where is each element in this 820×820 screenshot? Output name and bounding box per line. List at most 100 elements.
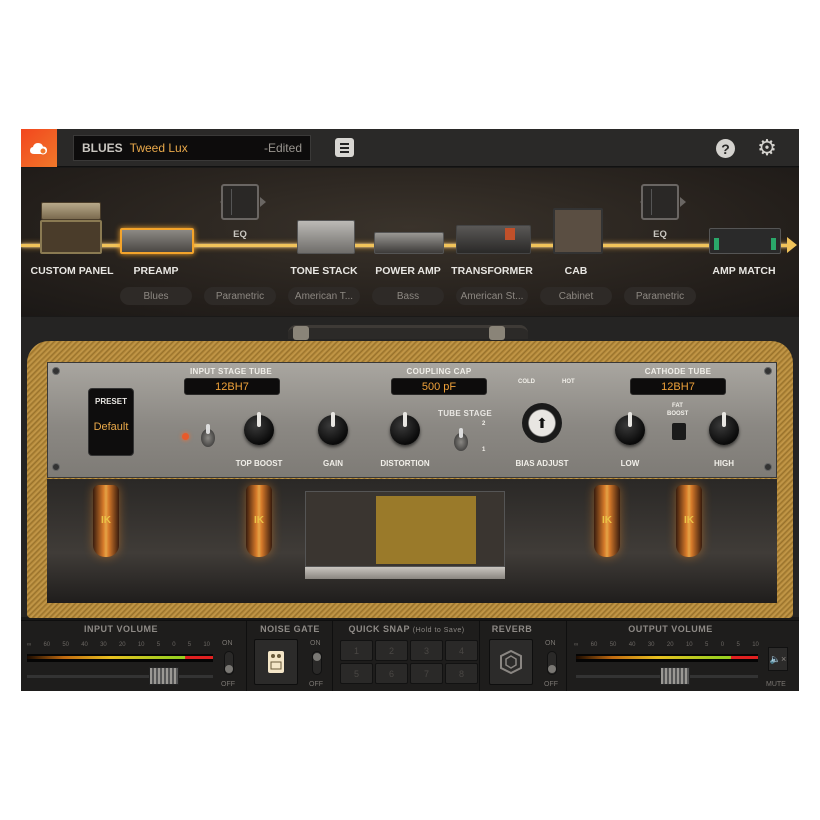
bias-hot-label: HOT — [562, 379, 575, 385]
knob-low[interactable] — [615, 412, 645, 445]
knob-high[interactable] — [709, 412, 739, 445]
coupling-cap-select[interactable]: 500 pF — [391, 378, 487, 395]
amp-app-window: BLUES Tweed Lux -Edited ? ⚙ CUSTOM PANEL… — [21, 129, 799, 691]
module-cab[interactable] — [553, 208, 603, 254]
input-stage-tube-select[interactable]: 12BH7 — [184, 378, 280, 395]
power-amp-model-select[interactable]: Bass — [372, 287, 444, 305]
tube-logo: IK — [684, 515, 694, 526]
bias-adjust-knob[interactable]: ⬆ — [522, 403, 562, 443]
output-volume-title: OUTPUT VOLUME — [628, 624, 713, 634]
signal-chain: CUSTOM PANEL PREAMP Blues EQ Parametric … — [21, 168, 799, 316]
input-on-off-switch[interactable] — [224, 651, 234, 675]
cab-model-select[interactable]: Cabinet — [540, 287, 612, 305]
quick-snap-slot[interactable]: 1 — [340, 640, 373, 661]
tick: 30 — [100, 642, 107, 648]
tube-3[interactable]: IK — [594, 485, 620, 557]
tick: 40 — [628, 642, 636, 648]
eq2-model-select[interactable]: Parametric — [624, 287, 696, 305]
menu-button[interactable] — [335, 138, 354, 157]
screw — [764, 367, 772, 375]
knob-label-gain: GAIN — [323, 459, 343, 468]
module-label-custom-panel: CUSTOM PANEL — [30, 265, 114, 277]
top-boost-toggle[interactable] — [201, 424, 215, 447]
module-eq-1[interactable] — [221, 184, 259, 220]
preamp-model-select[interactable]: Blues — [120, 287, 192, 305]
module-tone-stack[interactable] — [297, 220, 355, 254]
module-label-amp-match: AMP MATCH — [712, 265, 776, 277]
tick: 50 — [62, 642, 70, 648]
fat-boost-button[interactable] — [672, 423, 686, 440]
quick-snap-slot[interactable]: 4 — [445, 640, 478, 661]
amp-preset-selector[interactable]: PRESET Default — [88, 388, 134, 456]
menu-icon-line — [340, 150, 349, 153]
chassis-bracket — [305, 567, 505, 579]
eq1-move-right-icon[interactable] — [260, 197, 266, 207]
input-level-meter — [27, 654, 213, 662]
gear-icon: ⚙ — [757, 135, 777, 160]
tick: 50 — [609, 642, 617, 648]
module-power-amp[interactable] — [374, 232, 444, 254]
input-volume-fader-thumb[interactable] — [148, 667, 179, 685]
quick-snap-slot[interactable]: 7 — [410, 663, 443, 684]
cloud-logo-button[interactable] — [21, 129, 57, 167]
tick: 60 — [43, 642, 51, 648]
tube-stage-option-1: 1 — [482, 447, 486, 453]
preset-selector[interactable]: BLUES Tweed Lux -Edited — [73, 135, 311, 161]
quick-snap-grid: 1 2 3 4 5 6 7 8 — [340, 640, 478, 684]
quick-snap-slot[interactable]: 3 — [410, 640, 443, 661]
fat-boost-label-2: BOOST — [667, 411, 689, 417]
input-volume-section: INPUT VOLUME ∞ 60 50 40 30 20 10 5 0 5 1… — [21, 621, 247, 691]
module-eq-2[interactable] — [641, 184, 679, 220]
tube-stage-toggle[interactable] — [454, 428, 468, 451]
pedal-icon — [268, 651, 284, 673]
custom-panel-cab-thumb — [40, 220, 102, 254]
tick: 5 — [736, 642, 740, 648]
module-amp-match[interactable] — [709, 228, 781, 254]
tick: 0 — [172, 642, 176, 648]
noise-gate-switch[interactable] — [312, 651, 322, 675]
help-button[interactable]: ? — [716, 139, 735, 158]
tube-2[interactable]: IK — [246, 485, 272, 557]
quick-snap-slot[interactable]: 2 — [375, 640, 408, 661]
noise-gate-button[interactable] — [254, 639, 298, 685]
reverb-button[interactable] — [489, 639, 533, 685]
settings-button[interactable]: ⚙ — [756, 137, 778, 159]
mute-button[interactable]: 🔈× — [768, 647, 788, 671]
transformer-model-select[interactable]: American St... — [456, 287, 528, 305]
reverb-switch[interactable] — [547, 651, 557, 675]
knob-top-boost[interactable] — [244, 412, 274, 445]
eq2-move-right-icon[interactable] — [680, 197, 686, 207]
reverb-off-label: OFF — [544, 681, 558, 688]
tube-1[interactable]: IK — [93, 485, 119, 557]
module-transformer[interactable] — [456, 225, 531, 254]
module-preamp[interactable] — [120, 228, 194, 254]
tube-stage-option-2: 2 — [482, 421, 486, 427]
output-volume-fader-thumb[interactable] — [659, 667, 690, 685]
module-label-preamp: PREAMP — [133, 265, 179, 277]
input-volume-fader-track[interactable] — [27, 675, 213, 678]
knob-distortion[interactable] — [390, 412, 420, 445]
quick-snap-slot[interactable]: 6 — [375, 663, 408, 684]
cathode-tube-select[interactable]: 12BH7 — [630, 378, 726, 395]
amp-chassis: IK IK IK IK — [47, 479, 777, 603]
reverb-cube-icon — [500, 650, 522, 674]
menu-icon-line — [340, 142, 349, 145]
eq1-model-select[interactable]: Parametric — [204, 287, 276, 305]
tube-logo: IK — [602, 515, 612, 526]
knob-gain[interactable] — [318, 412, 348, 445]
output-volume-section: OUTPUT VOLUME ∞ 60 50 40 30 20 10 5 0 5 … — [568, 621, 799, 691]
tick: 10 — [752, 642, 759, 648]
tick: 5 — [156, 642, 161, 648]
tick: 10 — [203, 642, 210, 648]
tick: 20 — [666, 642, 674, 648]
module-label-power-amp: POWER AMP — [375, 265, 441, 277]
module-label-cab: CAB — [564, 265, 588, 277]
quick-snap-slot[interactable]: 8 — [445, 663, 478, 684]
quick-snap-slot[interactable]: 5 — [340, 663, 373, 684]
tube-4[interactable]: IK — [676, 485, 702, 557]
input-volume-scale: ∞ 60 50 40 30 20 10 5 0 5 10 — [27, 642, 210, 648]
tone-stack-model-select[interactable]: American T... — [288, 287, 360, 305]
tick: 5 — [187, 642, 192, 648]
noise-gate-off-label: OFF — [309, 681, 323, 688]
tick: 10 — [685, 642, 693, 648]
